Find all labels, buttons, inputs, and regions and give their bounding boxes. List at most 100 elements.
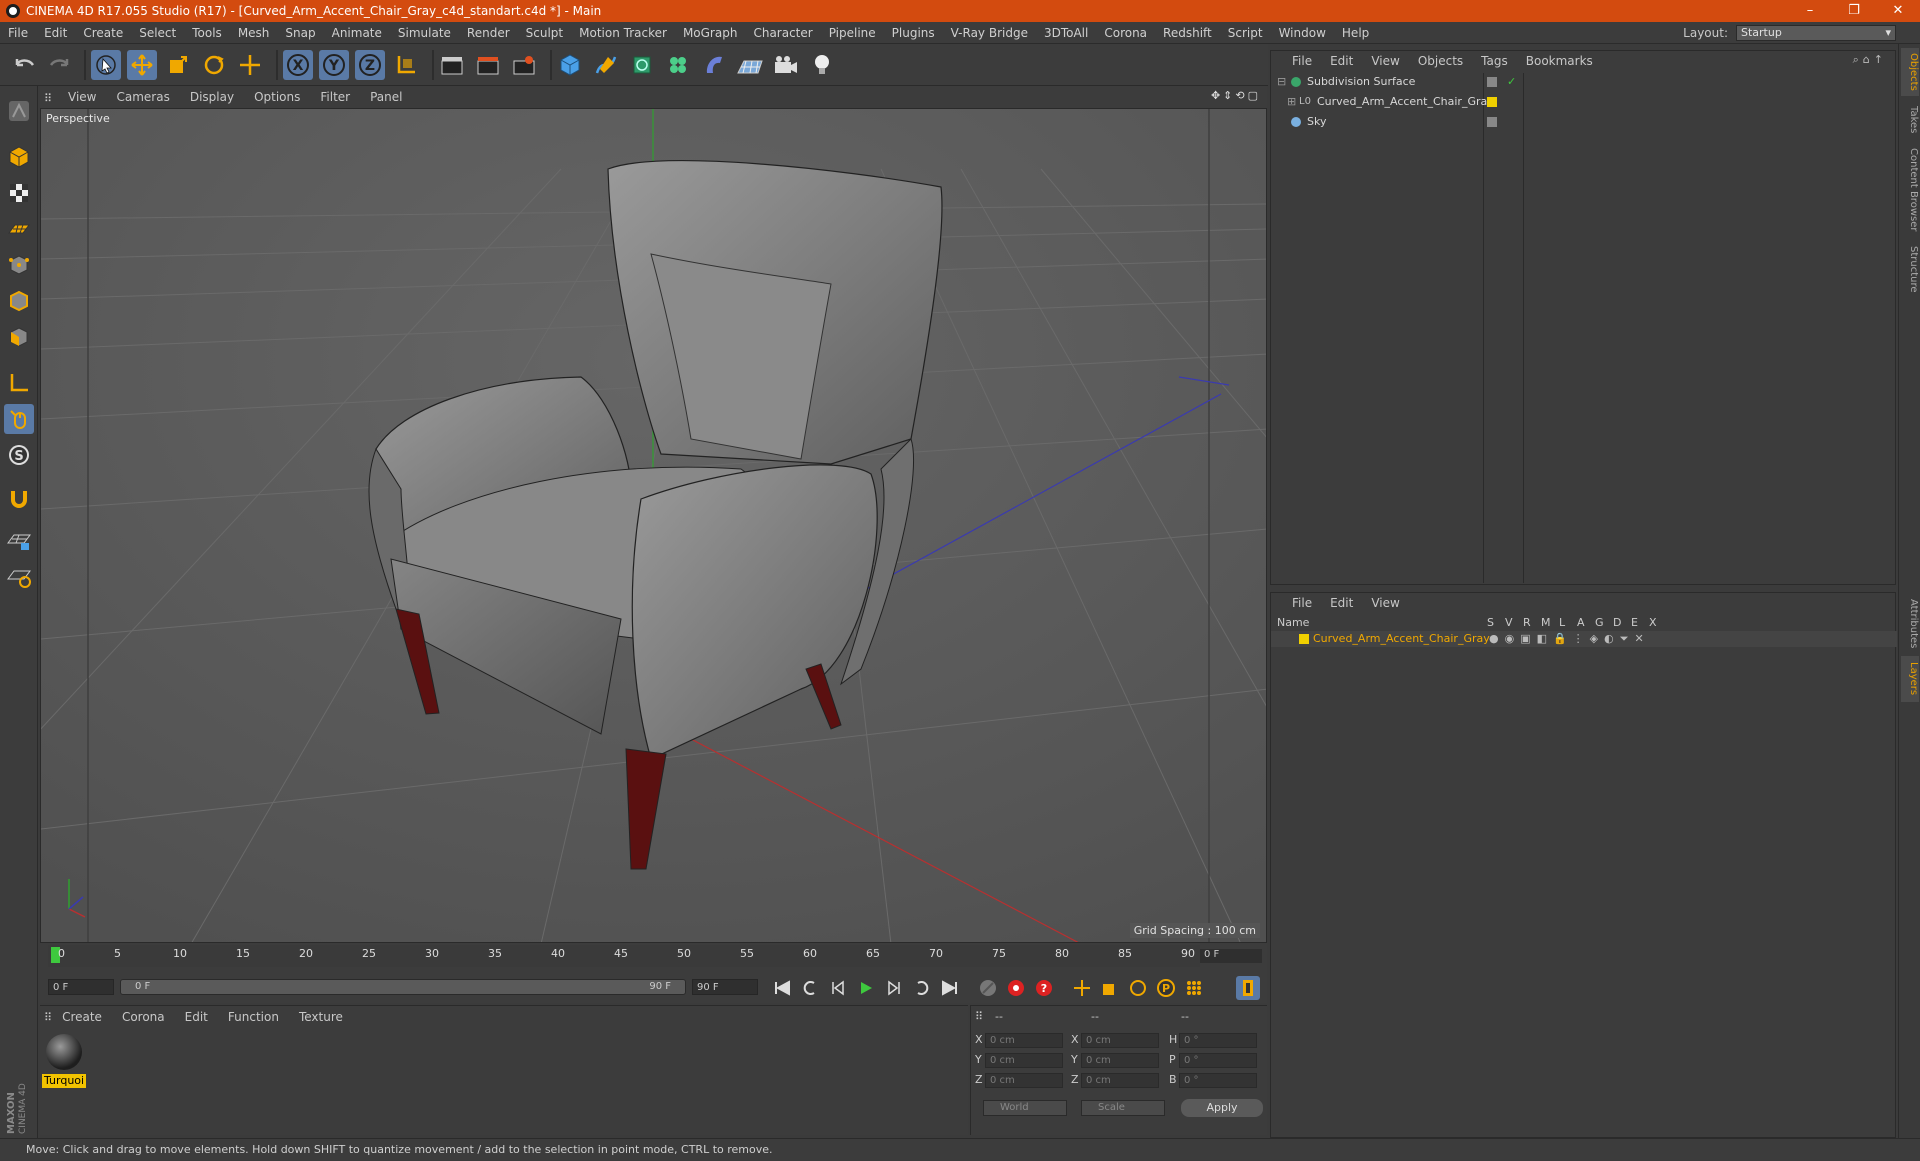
tab-takes[interactable]: Takes	[1901, 100, 1919, 140]
edges-mode-button[interactable]	[4, 286, 34, 316]
add-spline-button[interactable]	[591, 50, 621, 80]
previous-frame-button[interactable]	[826, 976, 850, 1000]
add-generator-button[interactable]	[627, 50, 657, 80]
position-x-field[interactable]: 0 cm	[985, 1033, 1063, 1048]
max-frame-field[interactable]: 90 F	[692, 979, 758, 995]
add-deformer-button[interactable]	[699, 50, 729, 80]
live-selection-button[interactable]	[91, 50, 121, 80]
material-swatch[interactable]	[42, 1032, 86, 1072]
viewport-menu-cameras[interactable]: Cameras	[106, 90, 179, 104]
object-row-sky[interactable]: Sky	[1271, 113, 1897, 131]
menu-corona[interactable]: Corona	[1096, 26, 1155, 40]
model-mode-button[interactable]	[4, 142, 34, 172]
material-menu-edit[interactable]: Edit	[175, 1010, 218, 1024]
layer-name[interactable]: Curved_Arm_Accent_Chair_Gray	[1313, 632, 1490, 645]
menu-snap[interactable]: Snap	[277, 26, 323, 40]
undo-button[interactable]	[10, 50, 40, 80]
layers-menu-file[interactable]: File	[1283, 596, 1321, 610]
menu-mograph[interactable]: MoGraph	[675, 26, 746, 40]
layers-menu-edit[interactable]: Edit	[1321, 596, 1362, 610]
make-editable-button[interactable]	[4, 96, 34, 126]
frame-range-slider[interactable]: 0 F 90 F	[120, 979, 686, 995]
previous-key-button[interactable]	[798, 976, 822, 1000]
key-pla-button[interactable]	[1182, 976, 1206, 1000]
layer-color-icon[interactable]	[1487, 117, 1497, 127]
points-mode-button[interactable]	[4, 250, 34, 280]
tab-attributes[interactable]: Attributes	[1901, 592, 1919, 656]
scale-tool-button[interactable]	[163, 50, 193, 80]
minimize-button[interactable]: –	[1788, 0, 1832, 22]
object-row-chair[interactable]: ⊞ L0 Curved_Arm_Accent_Chair_Gray	[1271, 93, 1897, 111]
layers-menu-view[interactable]: View	[1362, 596, 1408, 610]
rotate-tool-button[interactable]	[199, 50, 229, 80]
menu-mesh[interactable]: Mesh	[230, 26, 278, 40]
material-menu-function[interactable]: Function	[218, 1010, 289, 1024]
coordinate-system-button[interactable]	[391, 50, 421, 80]
object-name[interactable]: Curved_Arm_Accent_Chair_Gray	[1317, 93, 1494, 111]
go-to-start-button[interactable]	[770, 976, 794, 1000]
collapse-toggle-icon[interactable]: ⊟	[1277, 73, 1286, 91]
apply-button[interactable]: Apply	[1181, 1099, 1263, 1117]
objects-menu-view[interactable]: View	[1362, 54, 1408, 68]
layer-row[interactable]: Curved_Arm_Accent_Chair_Gray ●◉▣◧🔒⋮◈◐⏷✕	[1271, 631, 1897, 647]
add-mograph-button[interactable]	[663, 50, 693, 80]
menu-animate[interactable]: Animate	[324, 26, 390, 40]
workplane-mode-button[interactable]	[4, 214, 34, 244]
menu-sculpt[interactable]: Sculpt	[518, 26, 571, 40]
size-y-field[interactable]: 0 cm	[1081, 1053, 1159, 1068]
menu-redshift[interactable]: Redshift	[1155, 26, 1220, 40]
texture-mode-button[interactable]	[4, 178, 34, 208]
autokey-button[interactable]	[1004, 976, 1028, 1000]
material-menu-corona[interactable]: Corona	[112, 1010, 175, 1024]
play-button[interactable]	[854, 976, 878, 1000]
key-parameter-button[interactable]: P	[1154, 976, 1178, 1000]
render-picture-viewer-button[interactable]	[473, 50, 503, 80]
next-frame-button[interactable]	[882, 976, 906, 1000]
timeline-layout-button[interactable]	[1236, 976, 1260, 1000]
material-menu-texture[interactable]: Texture	[289, 1010, 353, 1024]
rotation-b-field[interactable]: 0 °	[1179, 1073, 1257, 1088]
position-z-field[interactable]: 0 cm	[985, 1073, 1063, 1088]
layer-color-icon[interactable]	[1487, 77, 1497, 87]
menu-render[interactable]: Render	[459, 26, 518, 40]
x-axis-lock-button[interactable]: X	[283, 50, 313, 80]
render-view-button[interactable]	[437, 50, 467, 80]
menu-help[interactable]: Help	[1334, 26, 1377, 40]
add-floor-button[interactable]	[735, 50, 765, 80]
objects-menu-file[interactable]: File	[1283, 54, 1321, 68]
size-x-field[interactable]: 0 cm	[1081, 1033, 1159, 1048]
timeline-ruler[interactable]: 0 5 10 15 20 25 30 35 40 45 50 55 60 65 …	[48, 945, 1200, 967]
object-name[interactable]: Subdivision Surface	[1307, 73, 1415, 91]
tab-content-browser[interactable]: Content Browser	[1901, 144, 1919, 236]
layer-color-icon[interactable]	[1487, 97, 1497, 107]
viewport-menu-filter[interactable]: Filter	[310, 90, 360, 104]
current-time-field[interactable]: 0 F	[1200, 949, 1262, 963]
objects-menu-bookmarks[interactable]: Bookmarks	[1517, 54, 1602, 68]
redo-button[interactable]	[44, 50, 74, 80]
tab-structure[interactable]: Structure	[1901, 240, 1919, 298]
size-z-field[interactable]: 0 cm	[1081, 1073, 1159, 1088]
add-camera-button[interactable]	[771, 50, 801, 80]
objects-menu-edit[interactable]: Edit	[1321, 54, 1362, 68]
move-tool-button[interactable]	[127, 50, 157, 80]
record-keys-button[interactable]	[976, 976, 1000, 1000]
material-menu-create[interactable]: Create	[52, 1010, 112, 1024]
key-scale-button[interactable]	[1098, 976, 1122, 1000]
tab-objects[interactable]: Objects	[1901, 48, 1919, 96]
menu-tools[interactable]: Tools	[184, 26, 230, 40]
add-cube-button[interactable]	[555, 50, 585, 80]
menu-character[interactable]: Character	[745, 26, 820, 40]
layout-dropdown[interactable]: Startup ▾	[1736, 25, 1896, 41]
add-light-button[interactable]	[807, 50, 837, 80]
viewport-menu-options[interactable]: Options	[244, 90, 310, 104]
workplane-rotate-button[interactable]	[4, 562, 34, 592]
viewport-menu-view[interactable]: View	[58, 90, 106, 104]
objects-menu-tags[interactable]: Tags	[1472, 54, 1517, 68]
coordinate-space-dropdown[interactable]: World	[983, 1100, 1067, 1116]
rotation-h-field[interactable]: 0 °	[1179, 1033, 1257, 1048]
menu-select[interactable]: Select	[131, 26, 184, 40]
layer-toggle-icons[interactable]: ●◉▣◧🔒⋮◈◐⏷✕	[1489, 632, 1650, 646]
size-mode-dropdown[interactable]: Scale	[1081, 1100, 1165, 1116]
render-settings-button[interactable]	[509, 50, 539, 80]
menu-motion-tracker[interactable]: Motion Tracker	[571, 26, 675, 40]
